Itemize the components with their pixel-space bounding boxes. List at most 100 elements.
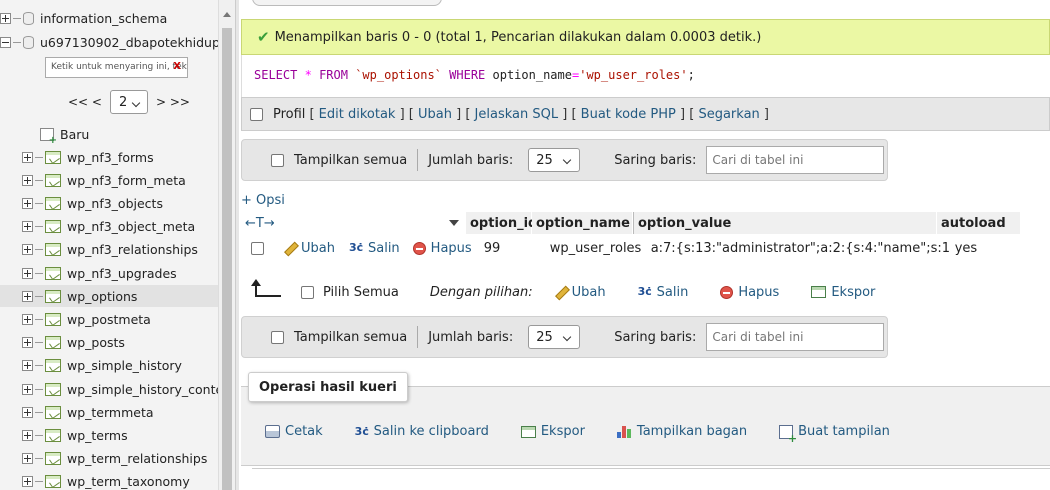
table-name[interactable]: wp_term_taxonomy: [67, 474, 190, 489]
table-icon: [45, 312, 61, 326]
db-item-information-schema[interactable]: information_schema: [0, 7, 218, 29]
filter-rows-input[interactable]: Cari di tabel ini: [706, 323, 885, 351]
sidebar-table-item[interactable]: wp_termmeta: [0, 401, 218, 423]
php-code-link[interactable]: Buat kode PHP: [581, 107, 676, 122]
export-button[interactable]: Ekspor: [520, 424, 585, 439]
expand-icon[interactable]: [22, 174, 33, 186]
expand-icon[interactable]: [22, 406, 33, 418]
expand-icon[interactable]: [22, 337, 33, 349]
expand-icon[interactable]: [22, 221, 33, 233]
row-edit-button[interactable]: Ubah: [282, 241, 335, 256]
row-copy-button[interactable]: 3ċ Salin: [349, 241, 400, 256]
sidebar-table-item[interactable]: wp_posts: [0, 332, 218, 354]
col-autoload[interactable]: autoload: [937, 212, 1021, 234]
expand-icon[interactable]: [22, 453, 33, 465]
sidebar-table-item[interactable]: wp_nf3_object_meta: [0, 216, 218, 238]
table-name[interactable]: wp_simple_history: [67, 358, 182, 373]
col-option-id[interactable]: option_id: [466, 212, 537, 234]
sidebar-table-item[interactable]: wp_nf3_relationships: [0, 239, 218, 261]
scrollbar-thumb[interactable]: [222, 28, 232, 490]
sidebar-table-item[interactable]: wp_simple_history_contexts: [0, 378, 218, 400]
options-link[interactable]: + Opsi: [241, 193, 285, 208]
sidebar-table-item[interactable]: wp_terms: [0, 424, 218, 446]
expand-icon[interactable]: [22, 313, 33, 325]
copy-clipboard-button[interactable]: 3ċ Salin ke clipboard: [355, 424, 489, 439]
row-checkbox[interactable]: [251, 241, 264, 255]
sort-dropdown-icon[interactable]: [449, 220, 459, 226]
table-name[interactable]: wp_simple_history_contexts: [67, 382, 218, 397]
collapse-icon[interactable]: [0, 36, 11, 48]
filter-rows-input[interactable]: Cari di tabel ini: [706, 146, 885, 174]
expand-icon[interactable]: [22, 360, 33, 372]
sidebar-table-item[interactable]: wp_nf3_upgrades: [0, 262, 218, 284]
expand-icon[interactable]: [22, 244, 33, 256]
cell-option-id[interactable]: 99: [480, 241, 546, 256]
rows-per-page-select[interactable]: 25: [528, 148, 581, 172]
scroll-up-icon[interactable]: [223, 12, 231, 17]
bulk-edit-button[interactable]: Ubah: [553, 285, 606, 300]
edit-inline-link[interactable]: Edit dikotak: [319, 107, 396, 122]
query-results-legend: Operasi hasil kueri: [248, 372, 408, 402]
sidebar-table-item[interactable]: wp_postmeta: [0, 308, 218, 330]
pager-prev[interactable]: << <: [68, 95, 102, 109]
sidebar-table-item[interactable]: wp_term_taxonomy: [0, 471, 218, 490]
db-item-current[interactable]: u697130902_dbapotekhidupk: [0, 31, 218, 53]
display-chart-button[interactable]: Tampilkan bagan: [616, 424, 747, 439]
refresh-link[interactable]: Segarkan: [698, 107, 759, 122]
expand-icon[interactable]: [0, 12, 11, 24]
table-name[interactable]: wp_postmeta: [67, 312, 151, 327]
table-name[interactable]: wp_options: [67, 289, 137, 304]
sidebar-table-item[interactable]: wp_options: [0, 285, 218, 308]
table-name[interactable]: wp_termmeta: [67, 405, 154, 420]
cell-option-value[interactable]: a:7:{s:13:"administrator";a:2:{s:4:"name…: [647, 241, 951, 256]
table-name[interactable]: wp_posts: [67, 335, 125, 350]
expand-icon[interactable]: [22, 197, 33, 209]
edit-link[interactable]: Ubah: [418, 107, 452, 122]
results-table-header: ←T→ option_id option_name option_value a…: [241, 212, 1021, 234]
table-name[interactable]: wp_nf3_forms: [67, 150, 154, 165]
sidebar-scrollbar[interactable]: [218, 0, 235, 490]
expand-icon[interactable]: [22, 476, 33, 488]
profil-checkbox[interactable]: [250, 107, 263, 121]
bulk-delete-button[interactable]: Hapus: [720, 285, 779, 300]
create-view-button[interactable]: Buat tampilan: [779, 424, 890, 445]
table-name[interactable]: wp_nf3_object_meta: [67, 219, 195, 234]
show-all-checkbox[interactable]: [271, 330, 284, 344]
bulk-export-button[interactable]: Ekspor: [811, 285, 875, 300]
pager-page-select[interactable]: 2: [109, 90, 148, 114]
table-name[interactable]: wp_nf3_relationships: [67, 242, 198, 257]
bulk-copy-button[interactable]: 3ċ Salin: [638, 285, 689, 300]
sidebar-table-item[interactable]: wp_nf3_form_meta: [0, 169, 218, 191]
table-filter-input[interactable]: Ketik untuk menyaring ini, tek X: [45, 57, 188, 78]
sidebar-table-item[interactable]: wp_nf3_objects: [0, 192, 218, 214]
table-name[interactable]: wp_term_relationships: [67, 451, 207, 466]
sidebar-table-item[interactable]: wp_nf3_forms: [0, 146, 218, 168]
col-option-name[interactable]: option_name: [532, 212, 633, 234]
expand-icon[interactable]: [22, 151, 33, 163]
clear-filter-icon[interactable]: X: [173, 61, 181, 72]
pager-next[interactable]: > >>: [156, 95, 190, 109]
explain-sql-link[interactable]: Jelaskan SQL: [475, 107, 559, 122]
cell-option-name[interactable]: wp_user_roles: [546, 241, 647, 256]
check-all-label[interactable]: Pilih Semua: [323, 285, 399, 300]
row-delete-button[interactable]: Hapus: [412, 241, 472, 256]
table-name[interactable]: wp_nf3_upgrades: [67, 266, 177, 281]
expand-icon[interactable]: [22, 383, 33, 395]
rows-per-page-select[interactable]: 25: [528, 325, 581, 349]
panel-resizer[interactable]: [235, 0, 239, 490]
show-all-checkbox[interactable]: [271, 153, 284, 167]
col-option-value[interactable]: option_value: [633, 212, 937, 234]
cell-autoload[interactable]: yes: [951, 241, 1021, 256]
expand-icon[interactable]: [22, 429, 33, 441]
table-name[interactable]: wp_nf3_objects: [67, 196, 163, 211]
sidebar-table-item[interactable]: wp_term_relationships: [0, 448, 218, 470]
column-arrows[interactable]: ←T→: [245, 216, 275, 231]
expand-icon[interactable]: [22, 290, 33, 302]
expand-icon[interactable]: [22, 267, 33, 279]
sidebar-table-item[interactable]: wp_simple_history: [0, 355, 218, 377]
new-table-item[interactable]: Baru: [0, 123, 218, 146]
check-all-checkbox[interactable]: [301, 285, 314, 299]
table-name[interactable]: wp_terms: [67, 428, 128, 443]
print-button[interactable]: Cetak: [265, 424, 323, 439]
table-name[interactable]: wp_nf3_form_meta: [67, 173, 186, 188]
